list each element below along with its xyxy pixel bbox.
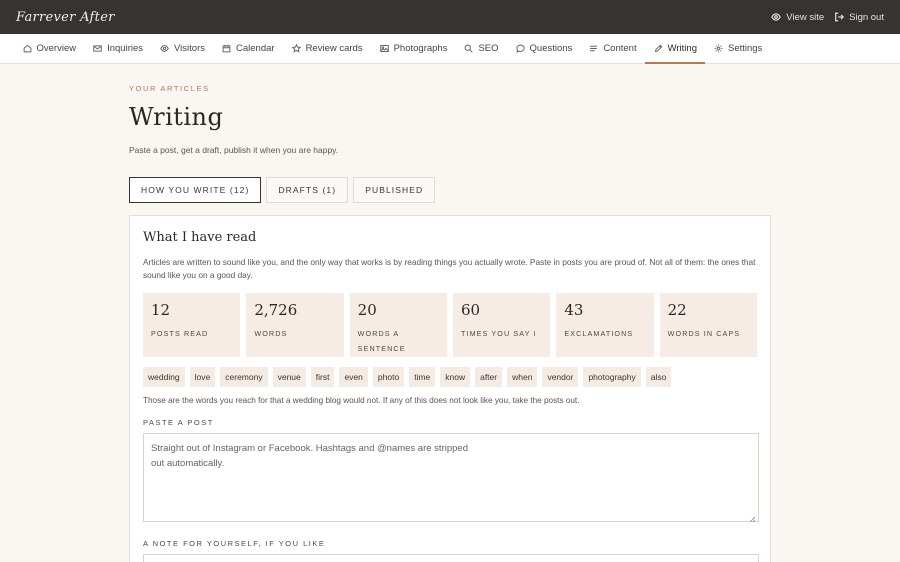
stat-value: 22 bbox=[667, 301, 687, 319]
brand-logo[interactable]: Farrever After bbox=[16, 10, 115, 25]
word-chip: when bbox=[507, 367, 538, 387]
stat-words: 2,726 Words bbox=[246, 293, 344, 357]
stat-label: Words in caps bbox=[667, 329, 741, 338]
nav-item-questions[interactable]: Questions bbox=[507, 34, 581, 63]
word-chip: love bbox=[189, 367, 216, 387]
word-chip: photo bbox=[372, 367, 405, 387]
eye-icon bbox=[160, 45, 169, 52]
top-bar: Farrever After View site Sign out bbox=[0, 0, 900, 34]
stat-value: 2,726 bbox=[254, 301, 298, 319]
nav-item-seo[interactable]: SEO bbox=[456, 34, 507, 63]
stat-exclamations: 43 Exclamations bbox=[556, 293, 654, 357]
nav-label-calendar: Calendar bbox=[236, 43, 275, 54]
lines-icon bbox=[590, 45, 598, 52]
nav-item-writing[interactable]: Writing bbox=[645, 34, 706, 64]
stat-posts-read: 12 Posts read bbox=[143, 293, 241, 357]
stat-value: 60 bbox=[460, 301, 481, 319]
pencil-icon bbox=[654, 44, 663, 53]
nav-item-content[interactable]: Content bbox=[581, 34, 645, 63]
tab-published[interactable]: Published bbox=[353, 177, 436, 203]
stat-value: 43 bbox=[564, 301, 584, 319]
calendar-icon bbox=[222, 44, 231, 53]
card-description: Articles are written to sound like you, … bbox=[143, 257, 756, 280]
nav-label-questions: Questions bbox=[529, 43, 573, 54]
home-icon bbox=[23, 44, 31, 53]
nav-item-overview[interactable]: Overview bbox=[14, 34, 85, 63]
nav-label-settings: Settings bbox=[727, 43, 763, 54]
stat-value: 20 bbox=[357, 301, 377, 319]
resize-grip-icon[interactable] bbox=[749, 516, 755, 522]
writing-tabs: How you write (12) Drafts (1) Published bbox=[129, 177, 771, 203]
view-site-link[interactable]: View site bbox=[771, 12, 824, 23]
note-label: A note for yourself, if you like bbox=[143, 539, 326, 548]
stat-label: Times you say I bbox=[460, 329, 537, 338]
stat-words-a-sentence: 20 Words a sentence bbox=[349, 293, 447, 357]
page-subtitle: Paste a post, get a draft, publish it wh… bbox=[129, 145, 339, 155]
word-chip: know bbox=[440, 367, 471, 387]
sign-out-link[interactable]: Sign out bbox=[834, 12, 884, 23]
chips-note: Those are the words you reach for that a… bbox=[143, 396, 580, 405]
main-content: Your articles Writing Paste a post, get … bbox=[129, 84, 771, 562]
nav-item-settings[interactable]: Settings bbox=[705, 34, 770, 63]
stat-times-you-say-i: 60 Times you say I bbox=[452, 293, 551, 357]
image-icon bbox=[379, 45, 389, 52]
nav-label-photographs: Photographs bbox=[393, 43, 448, 54]
stat-label: Words bbox=[254, 329, 288, 338]
top-actions: View site Sign out bbox=[771, 12, 884, 23]
nav-label-review-cards: Review cards bbox=[305, 43, 363, 54]
reading-card: What I have read Articles are written to… bbox=[129, 215, 771, 562]
eye-icon bbox=[771, 13, 782, 21]
sign-out-icon bbox=[835, 12, 845, 22]
word-chip: time bbox=[409, 367, 436, 387]
word-chip: photography bbox=[583, 367, 641, 387]
nav-label-inquiries: Inquiries bbox=[107, 43, 144, 54]
chat-icon bbox=[515, 44, 525, 53]
word-chip: after bbox=[475, 367, 503, 387]
paste-post-label: Paste a post bbox=[143, 418, 214, 427]
word-chips: wedding love ceremony venue first even p… bbox=[143, 367, 757, 387]
nav-item-calendar[interactable]: Calendar bbox=[214, 34, 284, 63]
nav-label-overview: Overview bbox=[36, 43, 77, 54]
view-site-label: View site bbox=[786, 11, 825, 23]
nav-label-seo: SEO bbox=[478, 43, 499, 54]
nav-label-writing: Writing bbox=[667, 43, 697, 54]
nav-item-review-cards[interactable]: Review cards bbox=[283, 34, 371, 63]
word-chip: also bbox=[645, 367, 672, 387]
word-chip: wedding bbox=[143, 367, 185, 387]
mail-icon bbox=[93, 45, 102, 52]
stats-row: 12 Posts read 2,726 Words 20 Words a sen… bbox=[143, 293, 757, 357]
stat-value: 12 bbox=[151, 301, 171, 319]
tab-how-you-write[interactable]: How you write (12) bbox=[129, 177, 262, 203]
nav-item-inquiries[interactable]: Inquiries bbox=[85, 34, 152, 63]
nav-label-content: Content bbox=[603, 43, 637, 54]
gear-icon bbox=[714, 44, 723, 53]
note-input[interactable] bbox=[143, 554, 759, 562]
star-icon bbox=[291, 44, 301, 53]
page-title: Writing bbox=[129, 103, 224, 131]
word-chip: even bbox=[339, 367, 368, 387]
main-nav: Overview Inquiries Visitors Calendar Rev… bbox=[0, 34, 900, 64]
nav-item-visitors[interactable]: Visitors bbox=[152, 34, 214, 63]
card-title: What I have read bbox=[143, 230, 257, 245]
sign-out-label: Sign out bbox=[849, 11, 884, 23]
search-icon bbox=[465, 44, 474, 53]
stat-label: Words a sentence bbox=[357, 329, 406, 353]
nav-label-visitors: Visitors bbox=[174, 43, 205, 54]
word-chip: venue bbox=[272, 367, 306, 387]
tab-drafts[interactable]: Drafts (1) bbox=[266, 177, 349, 203]
paste-post-wrap bbox=[143, 433, 759, 525]
stat-words-in-caps: 22 Words in caps bbox=[659, 293, 757, 357]
stat-label: Exclamations bbox=[564, 329, 634, 338]
word-chip: first bbox=[310, 367, 335, 387]
nav-item-photographs[interactable]: Photographs bbox=[371, 34, 456, 63]
paste-post-textarea[interactable] bbox=[143, 433, 759, 522]
page-eyebrow: Your articles bbox=[129, 84, 210, 93]
word-chip: ceremony bbox=[220, 367, 268, 387]
word-chip: vendor bbox=[542, 367, 579, 387]
stat-label: Posts read bbox=[151, 329, 209, 338]
